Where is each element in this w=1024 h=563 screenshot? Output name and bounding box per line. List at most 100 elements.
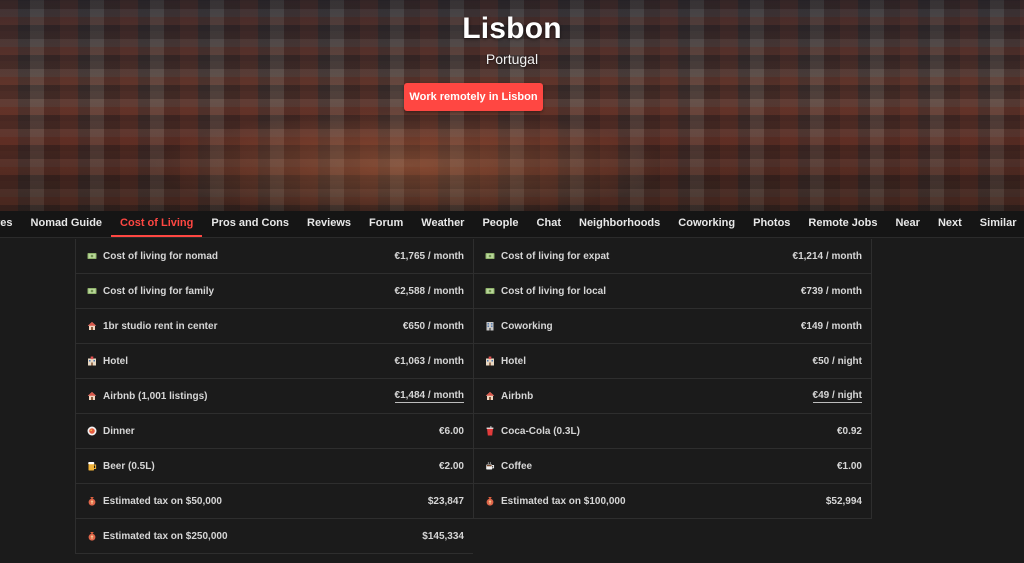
cost-row-hotel: Hotel €50 / night: [473, 344, 872, 379]
cost-label: Coffee: [501, 460, 533, 472]
tab-remote-jobs[interactable]: Remote Jobs: [799, 211, 886, 237]
cost-value: €50 / night: [812, 355, 862, 367]
cost-label: Coworking: [501, 320, 553, 332]
hotel-icon: [87, 356, 97, 366]
money-icon: [87, 251, 97, 261]
hotel-icon: [485, 356, 495, 366]
cost-row-cost-of-living-for-local: Cost of living for local €739 / month: [473, 274, 872, 309]
cost-value: €650 / month: [402, 320, 464, 332]
house-icon: [87, 391, 97, 401]
cost-row-airbnb: Airbnb €49 / night: [473, 379, 872, 414]
cost-value: €1,214 / month: [792, 250, 862, 262]
tab-pros-and-cons[interactable]: Pros and Cons: [202, 211, 298, 237]
tab-neighborhoods[interactable]: Neighborhoods: [570, 211, 669, 237]
coffee-icon: [485, 461, 495, 471]
cost-value: €1,063 / month: [394, 355, 464, 367]
cost-label: Estimated tax on $250,000: [103, 530, 228, 542]
tab-reviews[interactable]: Reviews: [298, 211, 360, 237]
cost-value: €149 / month: [800, 320, 862, 332]
cost-label: Beer (0.5L): [103, 460, 155, 472]
cost-row-1br-studio-rent-in-center: 1br studio rent in center €650 / month: [75, 309, 473, 344]
cost-label: 1br studio rent in center: [103, 320, 218, 332]
cost-value: €739 / month: [800, 285, 862, 297]
cost-value: $52,994: [825, 495, 862, 507]
cost-row-cost-of-living-for-nomad: Cost of living for nomad €1,765 / month: [75, 239, 473, 274]
tab-next[interactable]: Next: [929, 211, 971, 237]
cost-label: Estimated tax on $100,000: [501, 495, 626, 507]
cost-label: Dinner: [103, 425, 135, 437]
money-bag-icon: [485, 496, 495, 506]
cost-row-label-group: Estimated tax on $250,000: [87, 531, 228, 542]
dinner-icon: [87, 426, 97, 436]
cost-row-label-group: Airbnb (1,001 listings): [87, 391, 207, 402]
cost-value: €2,588 / month: [394, 285, 464, 297]
tab-people[interactable]: People: [473, 211, 527, 237]
cost-value: €1.00: [836, 460, 862, 472]
house-icon: [87, 321, 97, 331]
beer-icon: [87, 461, 97, 471]
cost-row-airbnb-1-001-listings: Airbnb (1,001 listings) €1,484 / month: [75, 379, 473, 414]
cost-label: Cost of living for local: [501, 285, 607, 297]
cost-row-coworking: Coworking €149 / month: [473, 309, 872, 344]
money-bag-icon: [87, 496, 97, 506]
cost-label: Cost of living for family: [103, 285, 215, 297]
city-title: Lisbon: [462, 12, 562, 45]
country-subtitle: Portugal: [485, 51, 539, 67]
tab-nomad-guide[interactable]: Nomad Guide: [22, 211, 112, 237]
cost-row-label-group: Estimated tax on $100,000: [485, 496, 626, 507]
cost-row-label-group: Cost of living for local: [485, 286, 606, 297]
soda-cup-icon: [485, 426, 495, 436]
cost-value: $23,847: [427, 495, 464, 507]
cost-row-dinner: Dinner €6.00: [75, 414, 473, 449]
office-icon: [485, 321, 495, 331]
cost-value: $145,334: [422, 530, 464, 542]
cost-row-label-group: Coffee: [485, 461, 532, 472]
cost-row-label-group: 1br studio rent in center: [87, 321, 217, 332]
cost-label: Hotel: [103, 355, 128, 367]
cost-row-label-group: Hotel: [485, 356, 526, 367]
tab-near[interactable]: Near: [886, 211, 928, 237]
money-bag-icon: [87, 531, 97, 541]
cost-label: Estimated tax on $50,000: [103, 495, 222, 507]
money-icon: [87, 286, 97, 296]
tab-weather[interactable]: Weather: [412, 211, 473, 237]
work-remotely-button[interactable]: Work remotely in Lisbon: [404, 83, 543, 111]
cost-row-estimated-tax-on-100-000: Estimated tax on $100,000 $52,994: [473, 484, 872, 519]
cost-row-cost-of-living-for-family: Cost of living for family €2,588 / month: [75, 274, 473, 309]
tab-coworking[interactable]: Coworking: [669, 211, 744, 237]
cost-label: Airbnb: [501, 390, 534, 402]
cost-row-label-group: Beer (0.5L): [87, 461, 155, 472]
tab-cost-of-living[interactable]: Cost of Living: [111, 211, 203, 237]
tab-forum[interactable]: Forum: [360, 211, 412, 237]
cost-row-label-group: Coworking: [485, 321, 553, 332]
cost-of-living-table: Cost of living for nomad €1,765 / month Co…: [75, 239, 872, 554]
cost-value[interactable]: €49 / night: [812, 390, 862, 403]
cost-value[interactable]: €1,484 / month: [394, 390, 464, 403]
cost-row-label-group: Hotel: [87, 356, 128, 367]
tab-res[interactable]: res: [0, 211, 22, 237]
hero-city-photo: [150, 110, 670, 211]
tab-similar[interactable]: Similar: [971, 211, 1024, 237]
tab-chat[interactable]: Chat: [528, 211, 570, 237]
section-tabs: resNomad GuideCost of LivingPros and Con…: [0, 211, 1024, 238]
money-icon: [485, 251, 495, 261]
cost-row-label-group: Cost of living for expat: [485, 251, 609, 262]
cost-row-cost-of-living-for-expat: Cost of living for expat €1,214 / month: [473, 239, 872, 274]
cost-label: Hotel: [501, 355, 526, 367]
cost-row-coca-cola-0-3l: Coca-Cola (0.3L) €0.92: [473, 414, 872, 449]
money-icon: [485, 286, 495, 296]
cost-label: Cost of living for expat: [501, 250, 610, 262]
cost-label: Coca-Cola (0.3L): [501, 425, 580, 437]
house-icon: [485, 391, 495, 401]
cost-label: Cost of living for nomad: [103, 250, 218, 262]
cost-row-label-group: Cost of living for nomad: [87, 251, 218, 262]
cost-row-label-group: Cost of living for family: [87, 286, 214, 297]
cost-row-label-group: Airbnb: [485, 391, 533, 402]
cost-value: €0.92: [836, 425, 862, 437]
cost-row-hotel: Hotel €1,063 / month: [75, 344, 473, 379]
cost-row-label-group: Coca-Cola (0.3L): [485, 426, 580, 437]
tab-photos[interactable]: Photos: [744, 211, 799, 237]
hero-banner: Lisbon Portugal Work remotely in Lisbon: [0, 0, 1024, 211]
cost-value: €2.00: [438, 460, 464, 472]
cost-row-beer-0-5l: Beer (0.5L) €2.00: [75, 449, 473, 484]
